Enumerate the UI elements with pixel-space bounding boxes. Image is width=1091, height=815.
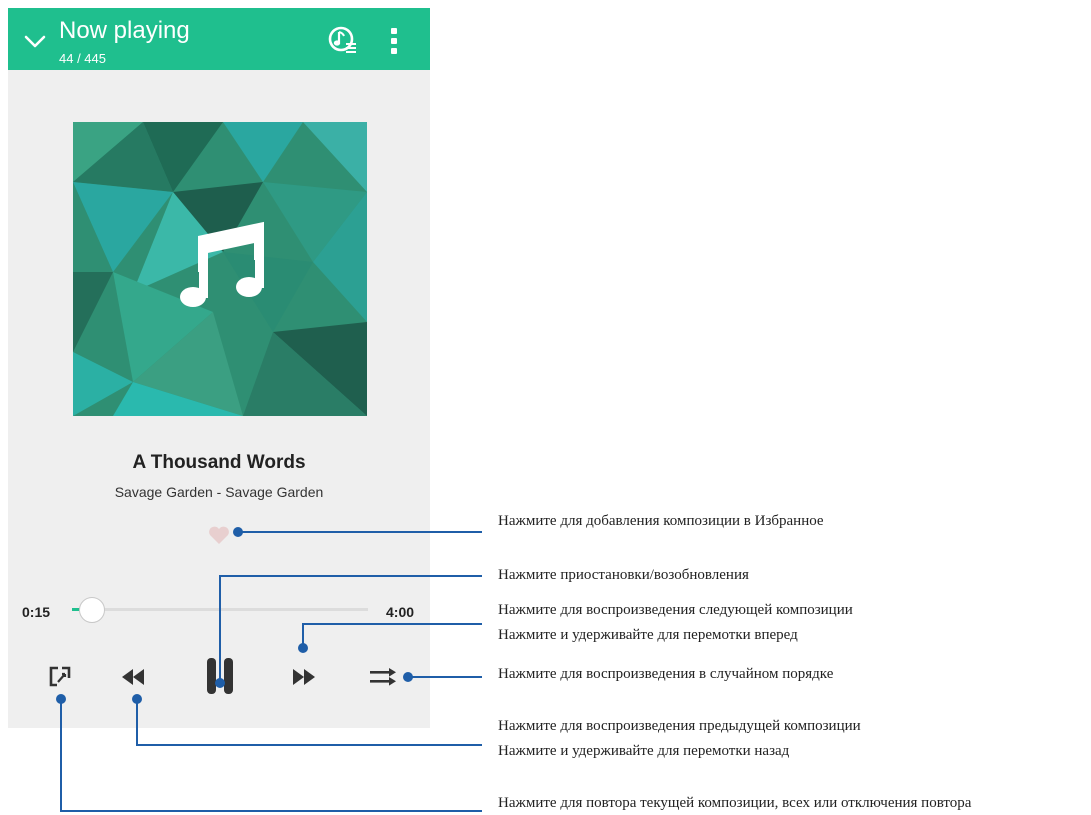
annotation-prev-2: Нажмите и удерживайте для перемотки наза… <box>498 743 790 759</box>
annotation-next-1: Нажмите для воспроизведения следующей ко… <box>498 602 853 618</box>
annotation-prev-1: Нажмите для воспроизведения предыдущей к… <box>498 718 861 734</box>
annotation-next-2: Нажмите и удерживайте для перемотки впер… <box>498 627 798 643</box>
annotation-pause: Нажмите приостановки/возобновления <box>498 567 749 583</box>
annotation-shuffle: Нажмите для воспроизведения в случайном … <box>498 666 834 682</box>
annotation-repeat: Нажмите для повтора текущей композиции, … <box>498 795 972 811</box>
callout-lines <box>56 527 482 812</box>
annotation-favorite: Нажмите для добавления композиции в Избр… <box>498 513 824 529</box>
